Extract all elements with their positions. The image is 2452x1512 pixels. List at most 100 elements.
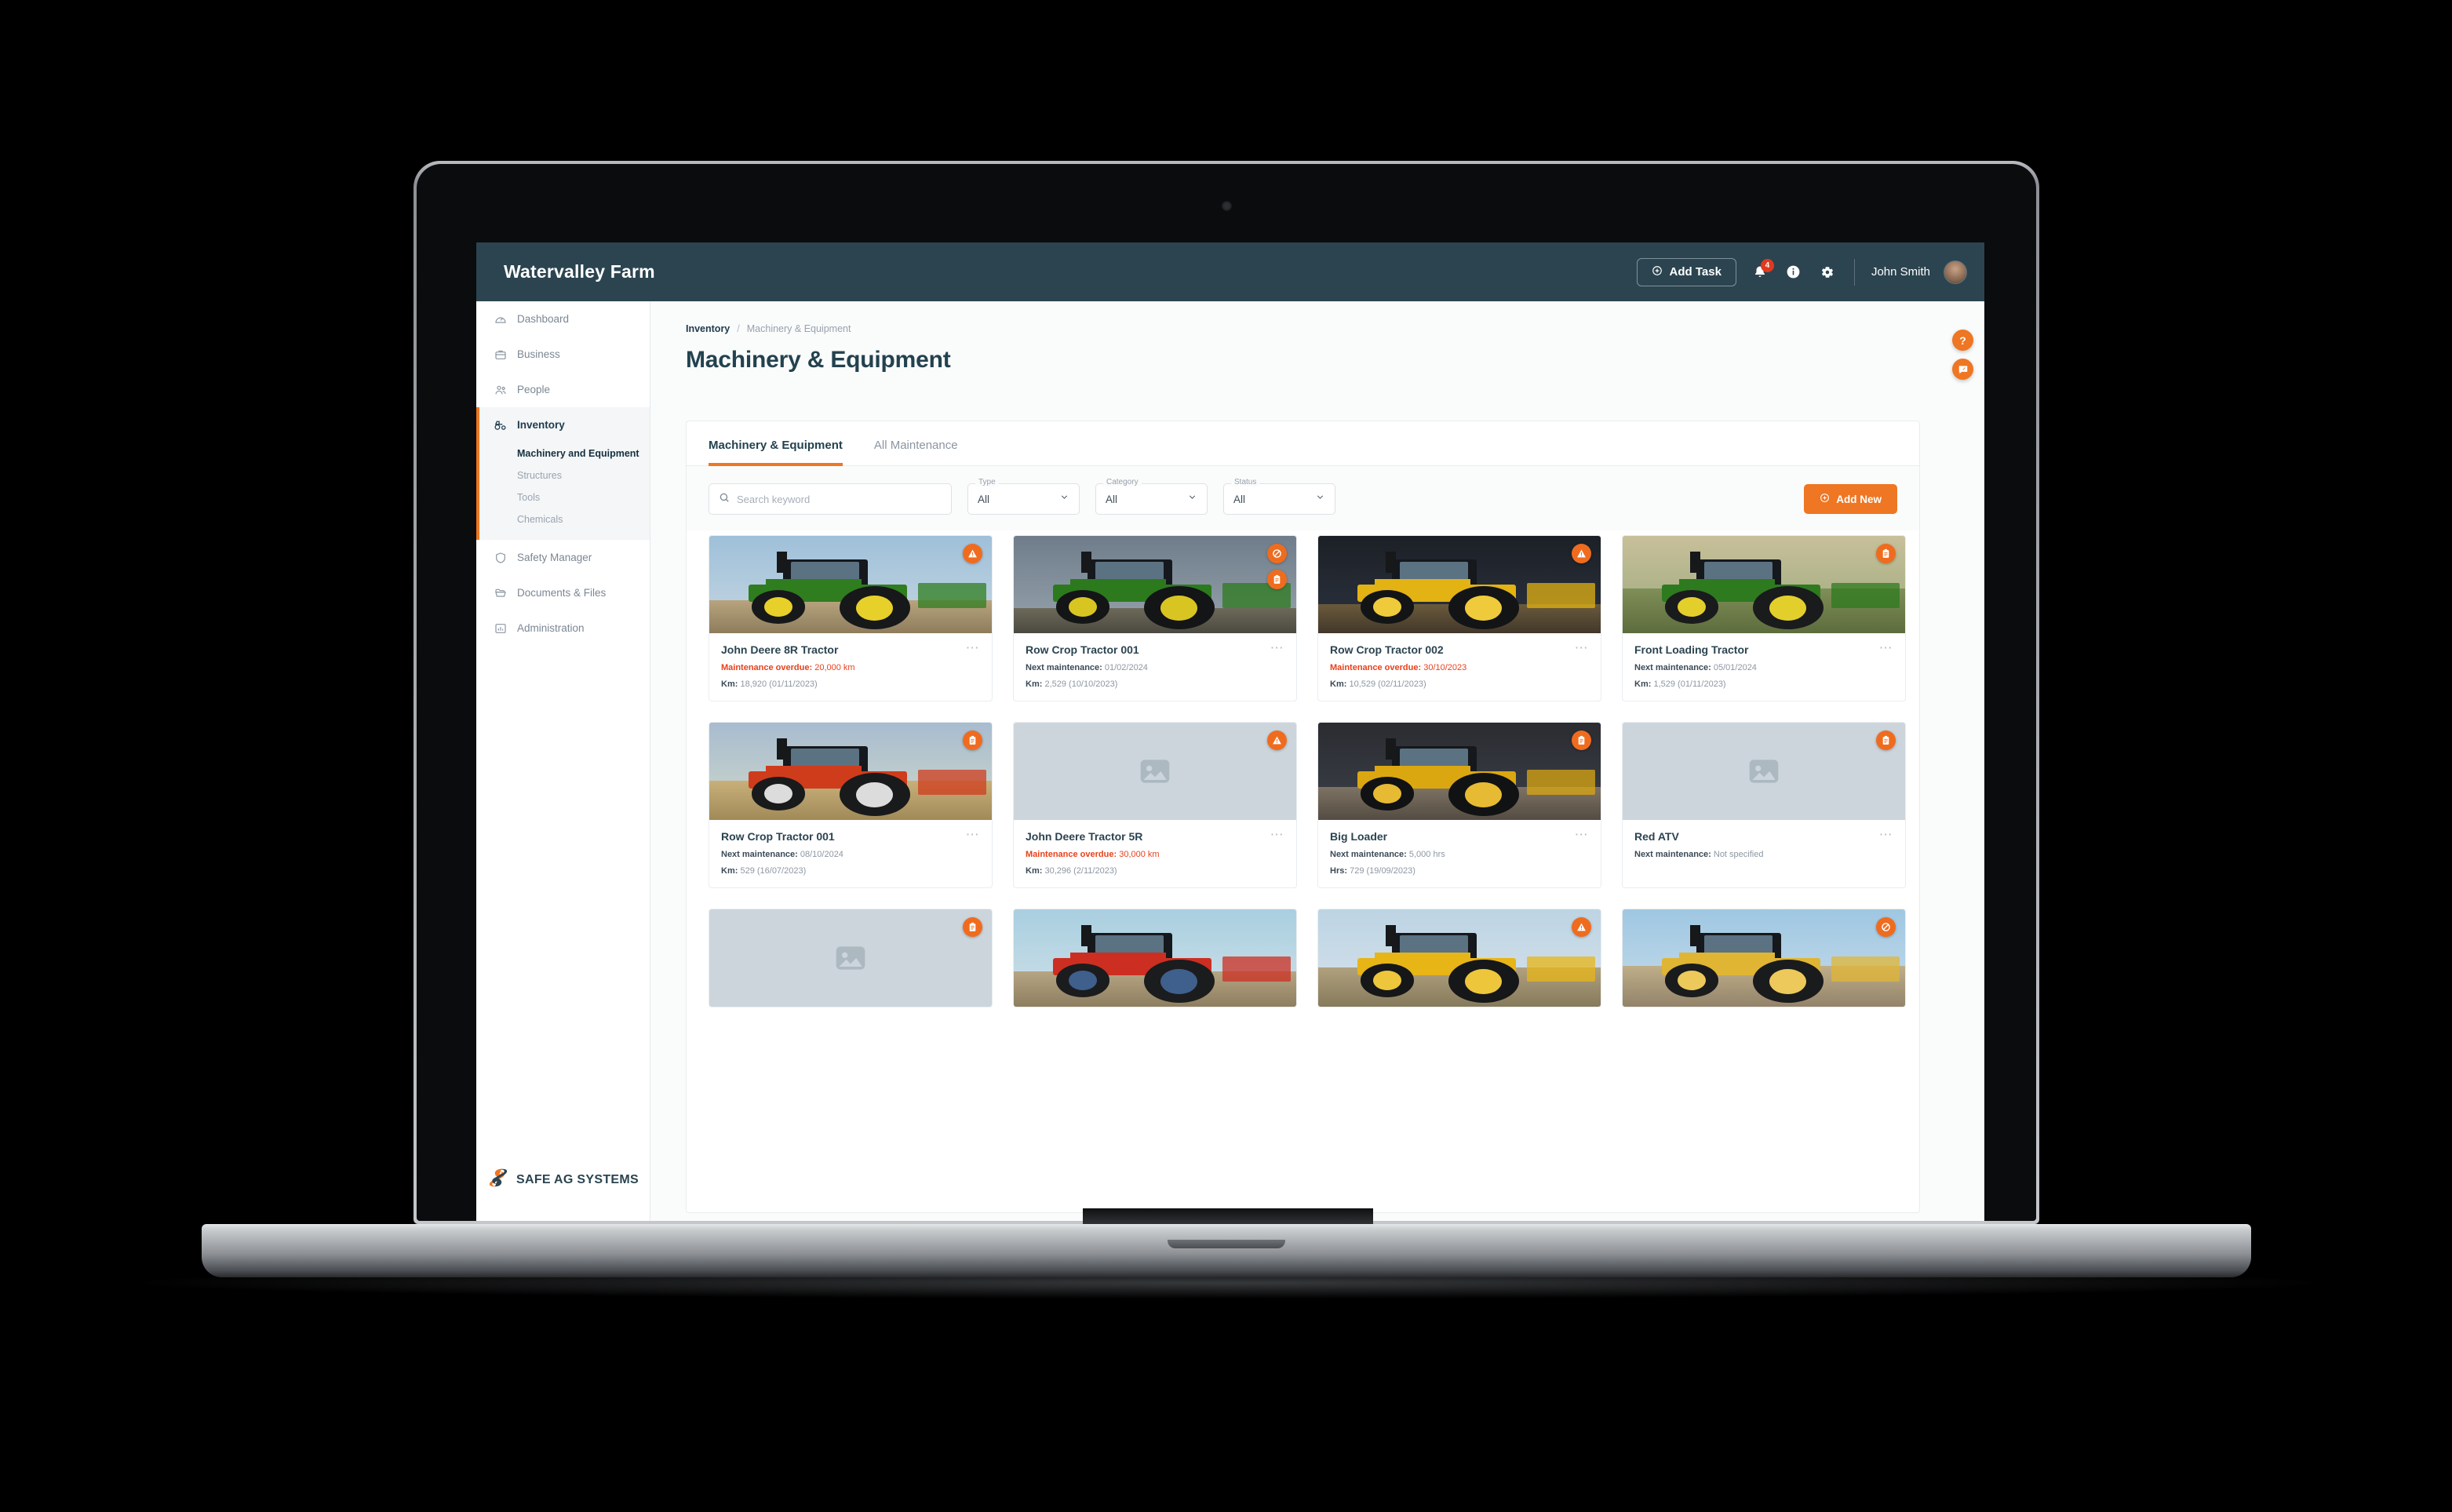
equipment-photo — [1318, 723, 1601, 820]
category-filter[interactable]: Category All — [1095, 478, 1208, 515]
clipboard-icon[interactable] — [1876, 544, 1896, 563]
card-status-value: 01/02/2024 — [1104, 663, 1148, 672]
card-image — [1623, 723, 1905, 820]
breadcrumb-separator: / — [737, 323, 740, 334]
sidebar-item-inventory[interactable]: Inventory — [476, 407, 650, 443]
equipment-card[interactable]: John Deere Tractor 5R ⋯ Maintenance overdu… — [1013, 722, 1297, 888]
warning-icon[interactable] — [963, 544, 982, 563]
sidebar-item-people[interactable]: People — [476, 372, 650, 407]
card-status-label: Maintenance overdue: — [721, 663, 813, 672]
card-menu-button[interactable]: ⋯ — [1575, 641, 1589, 654]
card-title: Front Loading Tractor — [1634, 643, 1749, 656]
briefcase-icon — [494, 348, 507, 361]
warning-icon[interactable] — [1267, 730, 1287, 750]
card-menu-button[interactable]: ⋯ — [966, 828, 980, 841]
card-status-label: Next maintenance: — [1634, 850, 1711, 859]
category-filter-value: All — [1106, 493, 1118, 505]
sidebar-item-dashboard[interactable]: Dashboard — [476, 301, 650, 337]
card-title: Row Crop Tractor 001 — [721, 830, 835, 843]
sidebar-item-machinery-and-equipment[interactable]: Machinery and Equipment — [476, 443, 650, 465]
equipment-card[interactable] — [709, 909, 993, 1007]
equipment-card[interactable] — [1622, 909, 1906, 1007]
add-new-button[interactable]: Add New — [1804, 484, 1897, 514]
card-status-badges — [1572, 730, 1591, 750]
card-body: Red ATV ⋯ Next maintenance: Not specified — [1623, 820, 1905, 871]
card-metric-label: Km: — [1026, 866, 1043, 876]
clipboard-icon[interactable] — [963, 917, 982, 937]
equipment-card[interactable]: Row Crop Tractor 002 ⋯ Maintenance overdue… — [1317, 535, 1601, 701]
clipboard-icon[interactable] — [963, 730, 982, 750]
equipment-card[interactable]: Front Loading Tractor ⋯ Next maintenance: … — [1622, 535, 1906, 701]
sidebar-item-administration[interactable]: Administration — [476, 610, 650, 646]
status-filter[interactable]: Status All — [1223, 478, 1335, 515]
sidebar-item-tools[interactable]: Tools — [476, 486, 650, 508]
header-actions: Add Task 4 John Smith — [1636, 257, 1967, 286]
search-input[interactable] — [737, 493, 942, 505]
equipment-card[interactable] — [1013, 909, 1297, 1007]
search-icon — [719, 492, 730, 507]
card-menu-button[interactable]: ⋯ — [1879, 828, 1893, 841]
type-filter[interactable]: Type All — [967, 478, 1080, 515]
card-metric-line: Km: 529 (16/07/2023) — [721, 866, 980, 876]
tab-machinery-equipment[interactable]: Machinery & Equipment — [709, 439, 843, 466]
card-menu-button[interactable]: ⋯ — [1879, 641, 1893, 654]
equipment-card[interactable] — [1317, 909, 1601, 1007]
sidebar-item-documents-files[interactable]: Documents & Files — [476, 575, 650, 610]
plus-circle-icon — [1820, 493, 1830, 505]
header-divider — [1853, 258, 1855, 286]
card-status-line: Maintenance overdue: 20,000 km — [721, 663, 980, 672]
sidebar-item-safety-manager[interactable]: Safety Manager — [476, 540, 650, 575]
equipment-card[interactable]: Big Loader ⋯ Next maintenance: 5,000 hrs Hr… — [1317, 722, 1601, 888]
sidebar-item-business[interactable]: Business — [476, 337, 650, 372]
clipboard-icon[interactable] — [1572, 730, 1591, 750]
card-status-label: Next maintenance: — [1026, 663, 1102, 672]
card-status-line: Maintenance overdue: 30/10/2023 — [1330, 663, 1589, 672]
equipment-card[interactable]: Row Crop Tractor 001 ⋯ Next maintenance: 0… — [1013, 535, 1297, 701]
card-status-label: Maintenance overdue: — [1330, 663, 1422, 672]
card-menu-button[interactable]: ⋯ — [1575, 828, 1589, 841]
card-metric-line: Km: 30,296 (2/11/2023) — [1026, 866, 1284, 876]
add-task-button[interactable]: Add Task — [1636, 257, 1736, 286]
equipment-card[interactable]: Row Crop Tractor 001 ⋯ Next maintenance: 0… — [709, 722, 993, 888]
clipboard-icon[interactable] — [1267, 570, 1287, 589]
sidebar-item-structures[interactable]: Structures — [476, 465, 650, 486]
prohibited-icon[interactable] — [1876, 917, 1896, 937]
user-name: John Smith — [1871, 265, 1930, 279]
equipment-card[interactable]: Red ATV ⋯ Next maintenance: Not specified — [1622, 722, 1906, 888]
sidebar-item-chemicals[interactable]: Chemicals — [476, 508, 650, 530]
notifications-button[interactable]: 4 — [1750, 258, 1774, 282]
settings-button[interactable] — [1817, 262, 1838, 282]
clipboard-icon[interactable] — [1876, 730, 1896, 750]
prohibited-icon[interactable] — [1267, 544, 1287, 563]
equipment-card[interactable]: John Deere 8R Tractor ⋯ Maintenance overdu… — [709, 535, 993, 701]
chevron-down-icon — [1059, 492, 1069, 506]
card-menu-button[interactable]: ⋯ — [1270, 828, 1284, 841]
breadcrumb-parent[interactable]: Inventory — [686, 323, 730, 334]
sidebar-label: Dashboard — [517, 313, 570, 325]
card-metric-label: Km: — [1026, 679, 1043, 689]
avatar[interactable] — [1944, 260, 1967, 284]
card-menu-button[interactable]: ⋯ — [1270, 641, 1284, 654]
tab-all-maintenance[interactable]: All Maintenance — [874, 439, 958, 466]
card-title: Row Crop Tractor 002 — [1330, 643, 1444, 656]
equipment-photo — [709, 723, 992, 820]
card-metric-label: Hrs: — [1330, 866, 1348, 876]
warning-icon[interactable] — [1572, 917, 1591, 937]
warning-icon[interactable] — [1572, 544, 1591, 563]
info-button[interactable] — [1783, 262, 1804, 282]
equipment-photo — [1014, 909, 1296, 1007]
card-status-line: Maintenance overdue: 30,000 km — [1026, 850, 1284, 859]
help-button[interactable]: ? — [1952, 330, 1973, 351]
card-status-badges — [963, 917, 982, 937]
chart-icon — [494, 621, 507, 635]
image-placeholder-icon — [709, 909, 992, 1007]
card-image — [709, 536, 992, 633]
card-body: Big Loader ⋯ Next maintenance: 5,000 hrs Hr… — [1318, 820, 1601, 887]
feedback-button[interactable] — [1952, 359, 1973, 380]
equipment-photo — [1623, 536, 1905, 633]
card-menu-button[interactable]: ⋯ — [966, 641, 980, 654]
sidebar-label: Inventory — [517, 419, 565, 431]
search-field[interactable] — [709, 483, 952, 515]
card-metric-value: 2,529 (10/10/2023) — [1044, 679, 1118, 689]
equipment-photo — [1318, 536, 1601, 633]
